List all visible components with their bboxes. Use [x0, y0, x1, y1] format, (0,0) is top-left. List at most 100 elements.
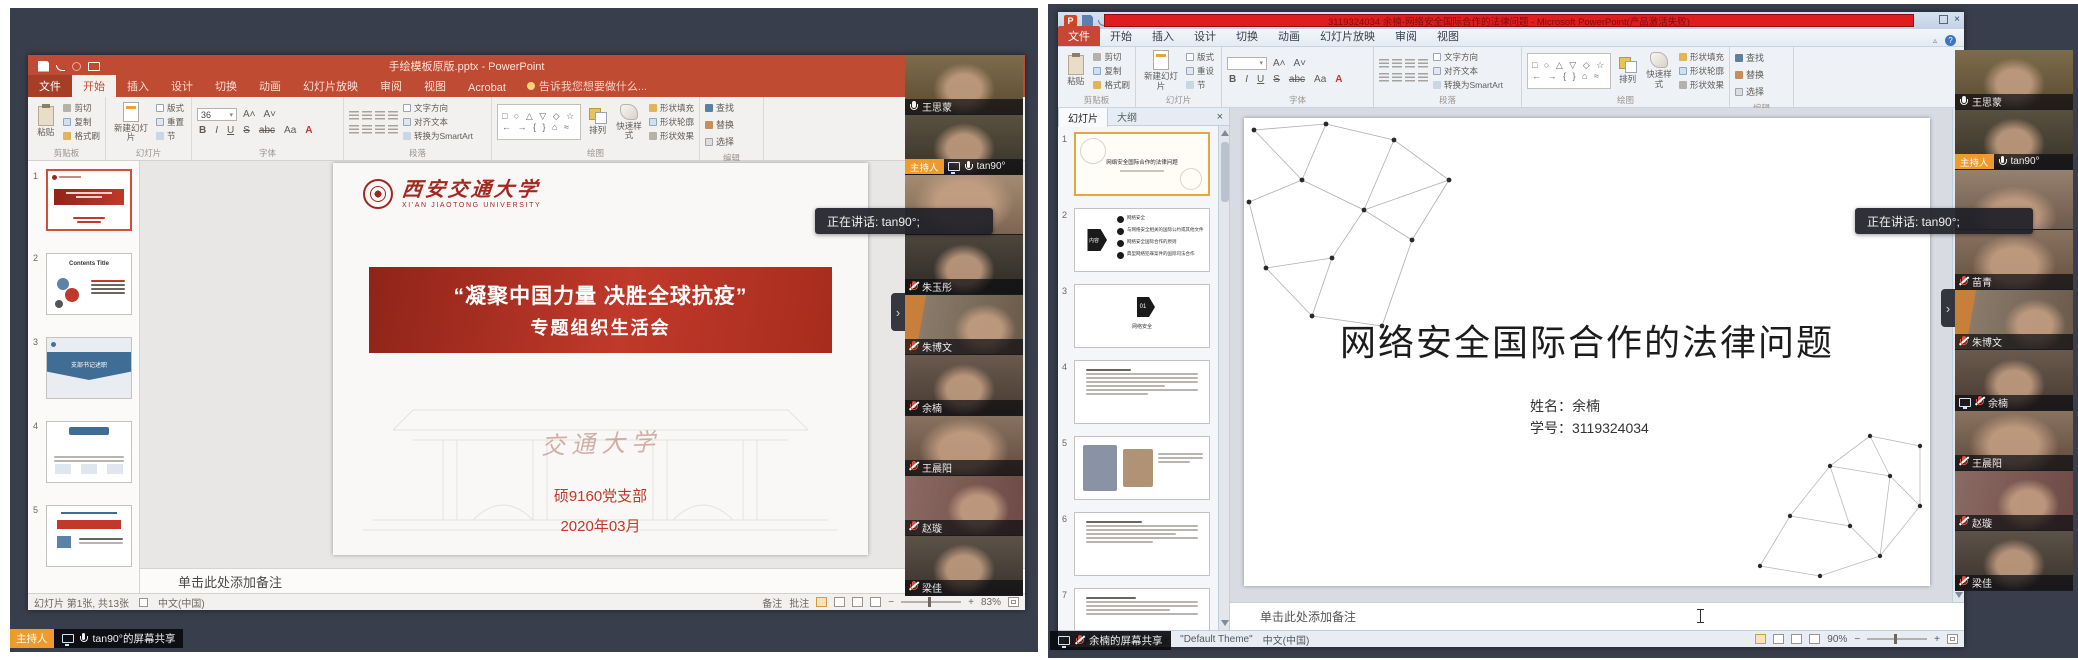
scroll-up-icon[interactable]	[1221, 130, 1229, 136]
shape-gallery[interactable]: □ ○ △ ▽ ◇ ☆ ← → { } ⌂ ≈	[497, 104, 581, 140]
thumbnail-slide-4[interactable]	[46, 421, 132, 483]
shape-effects-button[interactable]: 形状效果	[1679, 79, 1724, 91]
tab-acrobat[interactable]: Acrobat	[457, 79, 517, 97]
underline-button[interactable]: U	[1255, 74, 1266, 85]
tab-view[interactable]: 视图	[413, 75, 457, 97]
tab-home[interactable]: 开始	[72, 75, 116, 97]
smartart-button[interactable]: 转换为SmartArt	[403, 130, 473, 142]
strikethrough-button[interactable]: S	[1271, 74, 1282, 85]
reading-view-icon[interactable]	[1791, 634, 1802, 644]
close-button[interactable]: ×	[1954, 14, 1960, 25]
slide-canvas[interactable]: 西安交通大学 XI'AN JIAOTONG UNIVERSITY “凝聚中国力量…	[333, 163, 868, 555]
tab-file[interactable]: 文件	[28, 75, 72, 97]
numbering-icon[interactable]	[362, 111, 372, 120]
participant-video-tile[interactable]: 主持人tan90°	[905, 115, 1023, 175]
participant-video-tile[interactable]: 赵璇	[1955, 471, 2073, 531]
collapse-ribbon-icon[interactable]: ▵	[1933, 36, 1937, 45]
tell-me-box[interactable]: 告诉我您想要做什么...	[517, 75, 657, 97]
thumbnail-slide-2[interactable]: Contents Title	[46, 253, 132, 315]
slide-thumbnail-pane[interactable]: 1 2 Contents Title	[28, 161, 140, 593]
slideshow-view-icon[interactable]	[870, 597, 881, 607]
align-text-button[interactable]: 对齐文本	[403, 116, 473, 128]
zoom-level[interactable]: 83%	[981, 597, 1001, 608]
arrange-button[interactable]: 排列	[1616, 57, 1639, 84]
italic-button[interactable]: I	[213, 125, 220, 136]
shrink-font-button[interactable]: A˅	[262, 109, 279, 120]
participant-video-tile[interactable]: 主持人tan90°	[1955, 110, 2073, 170]
zoom-out-button[interactable]: −	[888, 597, 894, 608]
font-color-button[interactable]: A	[1333, 74, 1344, 85]
tab-outline-pane[interactable]: 大纲	[1108, 108, 1146, 126]
select-button[interactable]: 选择	[705, 134, 734, 149]
sorter-view-icon[interactable]	[834, 597, 845, 607]
section-button[interactable]: 节	[156, 130, 184, 142]
font-size-box[interactable]: 36▾	[197, 108, 237, 121]
participant-video-tile[interactable]: 王晨阳	[905, 416, 1023, 476]
notes-toggle[interactable]: 备注	[762, 595, 782, 610]
zoom-slider[interactable]	[1867, 638, 1927, 640]
thumbnail-slide-1[interactable]: 网络安全国际合作的法律问题	[1074, 132, 1210, 196]
normal-view-icon[interactable]	[1755, 634, 1766, 644]
tab-design[interactable]: 设计	[160, 75, 204, 97]
tab-slideshow[interactable]: 幻灯片放映	[292, 75, 369, 97]
theme-name[interactable]: "Default Theme"	[1180, 634, 1253, 645]
case-button[interactable]: Aa	[282, 125, 298, 136]
cut-button[interactable]: 剪切	[63, 102, 100, 114]
indent-icon[interactable]	[375, 111, 385, 120]
reading-view-icon[interactable]	[852, 597, 863, 607]
case-button[interactable]: Aa	[1312, 74, 1328, 85]
reset-button[interactable]: 重设	[1186, 65, 1214, 77]
indent-icon[interactable]	[1405, 59, 1415, 68]
participant-video-tile[interactable]: 余楠	[1955, 350, 2073, 410]
zoom-in-button[interactable]: +	[968, 597, 974, 608]
format-painter-button[interactable]: 格式刷	[1093, 79, 1130, 91]
shape-fill-button[interactable]: 形状填充	[1679, 51, 1724, 63]
underline-button[interactable]: U	[225, 125, 236, 136]
tab-design[interactable]: 设计	[1184, 26, 1226, 46]
copy-button[interactable]: 复制	[63, 116, 100, 128]
close-pane-button[interactable]: ×	[1211, 111, 1229, 123]
spellcheck-icon[interactable]	[139, 598, 148, 607]
font-color-button[interactable]: A	[303, 125, 314, 136]
participant-video-tile[interactable]: 余楠	[905, 355, 1023, 415]
notes-pane[interactable]: 单击此处添加备注	[140, 568, 1025, 593]
tab-review[interactable]: 审阅	[369, 75, 413, 97]
arrange-button[interactable]: 排列	[586, 108, 609, 135]
align-right-icon[interactable]	[375, 125, 385, 134]
bullets-icon[interactable]	[349, 111, 359, 120]
bold-button[interactable]: B	[1227, 74, 1238, 85]
shrink-font-button[interactable]: A˅	[1292, 58, 1309, 69]
tab-animations[interactable]: 动画	[248, 75, 292, 97]
participant-video-tile[interactable]: 王思蒙	[905, 55, 1023, 115]
tab-home[interactable]: 开始	[1100, 26, 1142, 46]
align-center-icon[interactable]	[362, 125, 372, 134]
align-right-icon[interactable]	[1405, 73, 1415, 82]
smartart-button[interactable]: 转换为SmartArt	[1433, 79, 1503, 91]
fit-slide-icon[interactable]	[1947, 634, 1958, 644]
collapse-strip-button[interactable]: ›	[1941, 289, 1955, 327]
justify-icon[interactable]	[1418, 73, 1428, 82]
participant-video-tile[interactable]: 王晨阳	[1955, 411, 2073, 471]
sorter-view-icon[interactable]	[1773, 634, 1784, 644]
clear-format-button[interactable]: abc	[1287, 74, 1307, 85]
section-button[interactable]: 节	[1186, 79, 1214, 91]
cut-button[interactable]: 剪切	[1093, 51, 1130, 63]
italic-button[interactable]: I	[1243, 74, 1250, 85]
text-direction-button[interactable]: 文字方向	[403, 102, 473, 114]
participant-video-tile[interactable]: 王思蒙	[1955, 50, 2073, 110]
thumbnail-slide-6[interactable]	[1074, 512, 1210, 576]
help-icon[interactable]: ?	[1945, 35, 1956, 46]
maximize-button[interactable]	[1939, 15, 1948, 24]
participant-video-tile[interactable]: 梁佳	[1955, 531, 2073, 591]
shape-gallery[interactable]: □ ○ △ ▽ ◇ ☆ ← → { } ⌂ ≈	[1527, 53, 1611, 89]
scroll-down-icon[interactable]	[1955, 592, 1963, 598]
numbering-icon[interactable]	[1392, 59, 1402, 68]
align-text-button[interactable]: 对齐文本	[1433, 65, 1503, 77]
thumbnail-slide-4[interactable]	[1074, 360, 1210, 424]
replace-button[interactable]: 替换	[705, 117, 734, 132]
layout-button[interactable]: 版式	[156, 102, 184, 114]
tab-view[interactable]: 视图	[1427, 26, 1469, 46]
find-button[interactable]: 查找	[705, 100, 734, 115]
paste-button[interactable]: 粘贴	[33, 106, 58, 137]
normal-view-icon[interactable]	[816, 597, 827, 607]
